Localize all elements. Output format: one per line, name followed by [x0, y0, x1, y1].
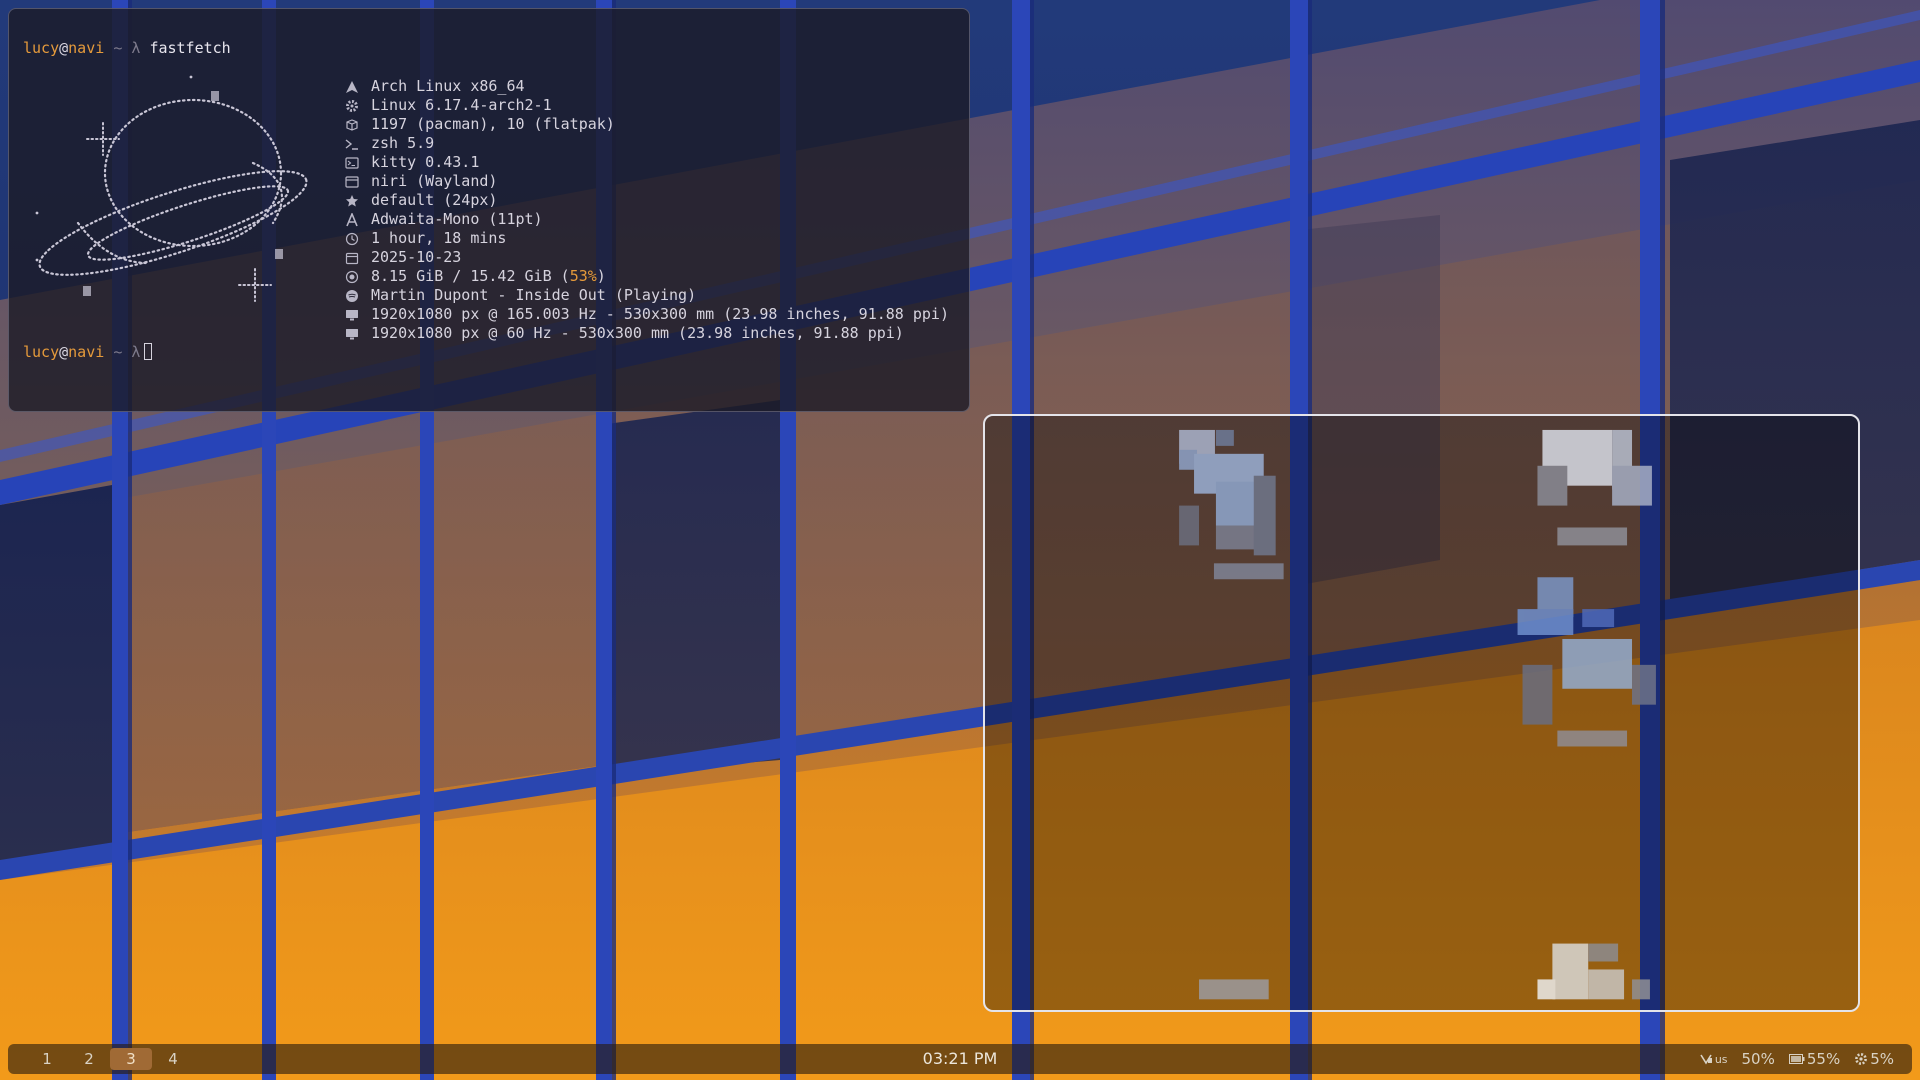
- memory-icon: [344, 269, 360, 285]
- prompt-at: @: [59, 343, 69, 361]
- prompt-symbol: λ: [131, 343, 141, 361]
- prompt-user: lucy: [23, 343, 60, 361]
- selection-pixel-art: [1179, 429, 1656, 1000]
- cpu-indicator[interactable]: 5%: [1854, 1050, 1894, 1068]
- keyboard-layout-indicator[interactable]: us: [1699, 1052, 1728, 1066]
- info-row-shell: zsh 5.9: [344, 134, 949, 153]
- prompt-line-1: lucy@navi ~ λ fastfetch: [23, 39, 231, 58]
- info-row-display-1: 1920x1080 px @ 165.003 Hz - 530x300 mm (…: [344, 305, 949, 324]
- shell-prompt-icon: [344, 136, 360, 152]
- info-cursor-text: default (24px): [371, 191, 498, 209]
- info-os-text: Arch Linux x86_64: [371, 77, 525, 95]
- font-icon: [344, 212, 360, 228]
- info-wm-text: niri (Wayland): [371, 172, 498, 190]
- info-row-os: Arch Linux x86_64: [344, 77, 949, 96]
- prompt-at: @: [59, 39, 69, 57]
- info-terminal-text: kitty 0.43.1: [371, 153, 480, 171]
- battery-label: 55%: [1806, 1050, 1841, 1068]
- package-icon: [344, 117, 360, 133]
- prompt-dir: ~: [113, 39, 123, 57]
- prompt-user: lucy: [23, 39, 60, 57]
- clock-icon: [344, 231, 360, 247]
- info-row-display-2: 1920x1080 px @ 60 Hz - 530x300 mm (23.98…: [344, 324, 949, 343]
- text-cursor: [144, 343, 153, 360]
- info-row-packages: 1197 (pacman), 10 (flatpak): [344, 115, 949, 134]
- info-row-cursor: default (24px): [344, 191, 949, 210]
- calendar-icon: [344, 250, 360, 266]
- info-row-uptime: 1 hour, 18 mins: [344, 229, 949, 248]
- info-row-font: Adwaita-Mono (11pt): [344, 210, 949, 229]
- system-info-list: Arch Linux x86_64 Linux 6.17.4-arch2-1 1…: [344, 77, 949, 343]
- info-row-wm: niri (Wayland): [344, 172, 949, 191]
- prompt-line-2[interactable]: lucy@navi ~ λ: [23, 343, 153, 362]
- info-shell-text: zsh 5.9: [371, 134, 435, 152]
- info-uptime-text: 1 hour, 18 mins: [371, 229, 507, 247]
- info-display-2-text: 1920x1080 px @ 60 Hz - 530x300 mm (23.98…: [371, 324, 904, 342]
- info-row-date: 2025-10-23: [344, 248, 949, 267]
- battery-icon: [1788, 1053, 1805, 1065]
- window-icon: [344, 174, 360, 190]
- info-packages-text: 1197 (pacman), 10 (flatpak): [371, 115, 615, 133]
- star-icon: [344, 193, 360, 209]
- info-row-terminal: kitty 0.43.1: [344, 153, 949, 172]
- keyboard-layout-label: us: [1714, 1052, 1728, 1066]
- gear-icon: [344, 98, 360, 114]
- music-icon: [344, 288, 360, 304]
- info-memory-text: 8.15 GiB / 15.42 GiB (53%): [371, 267, 606, 286]
- info-display-1-text: 1920x1080 px @ 165.003 Hz - 530x300 mm (…: [371, 305, 949, 323]
- info-memory-suffix: ): [596, 267, 606, 285]
- volume-indicator[interactable]: 50%: [1742, 1050, 1775, 1068]
- info-kernel-text: Linux 6.17.4-arch2-1: [371, 96, 552, 114]
- monitor-icon: [344, 326, 360, 342]
- info-row-kernel: Linux 6.17.4-arch2-1: [344, 96, 949, 115]
- arch-logo-icon: [344, 79, 360, 95]
- prompt-host: navi: [68, 343, 105, 361]
- planet-ascii-logo: [35, 75, 308, 302]
- info-row-media: Martin Dupont - Inside Out (Playing): [344, 286, 949, 305]
- screenshot-selection-region[interactable]: [983, 414, 1860, 1012]
- prompt-symbol: λ: [131, 39, 141, 57]
- info-font-text: Adwaita-Mono (11pt): [371, 210, 543, 228]
- info-date-text: 2025-10-23: [371, 248, 462, 266]
- monitor-icon: [344, 307, 360, 323]
- terminal-icon: [344, 155, 360, 171]
- battery-indicator[interactable]: 55%: [1788, 1050, 1841, 1068]
- prompt-command: fastfetch: [149, 39, 231, 57]
- keyboard-icon: [1699, 1052, 1713, 1066]
- info-media-text: Martin Dupont - Inside Out (Playing): [371, 286, 697, 304]
- info-row-memory: 8.15 GiB / 15.42 GiB (53%): [344, 267, 949, 286]
- clock[interactable]: 03:21 PM: [8, 1044, 1912, 1074]
- status-bar: 1234 03:21 PM us 50% 55% 5%: [8, 1044, 1912, 1074]
- system-tray: us 50% 55% 5%: [1699, 1044, 1894, 1074]
- prompt-host: navi: [68, 39, 105, 57]
- cpu-label: 5%: [1870, 1050, 1894, 1068]
- terminal-window[interactable]: lucy@navi ~ λ fastfetch Arch Linux x86_6…: [8, 8, 970, 412]
- volume-label: 50%: [1741, 1050, 1775, 1068]
- prompt-dir: ~: [113, 343, 123, 361]
- info-memory-percent: 53%: [569, 267, 597, 285]
- info-memory-value: 8.15 GiB / 15.42 GiB (: [371, 267, 570, 285]
- cpu-gear-icon: [1854, 1052, 1868, 1066]
